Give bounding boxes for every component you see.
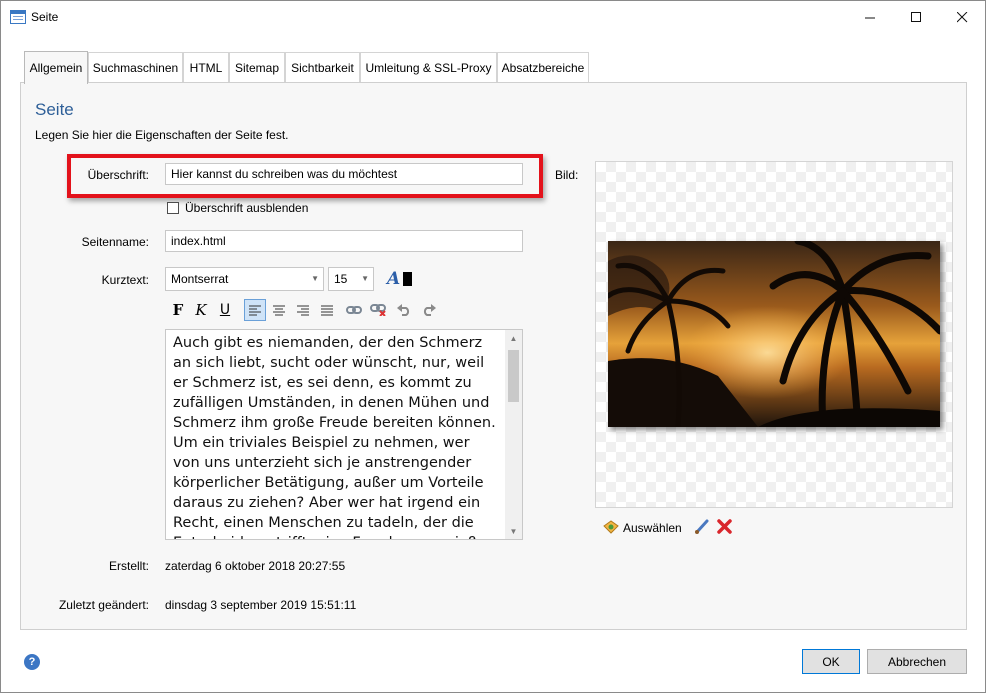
help-icon[interactable]: ?: [24, 654, 40, 670]
redo-icon: [423, 304, 436, 316]
edit-image-brush-icon[interactable]: [694, 519, 709, 534]
tab-umleitung-ssl-proxy[interactable]: Umleitung & SSL-Proxy: [360, 52, 497, 83]
undo-button[interactable]: [393, 299, 415, 321]
close-button[interactable]: [939, 1, 985, 33]
created-value: zaterdag 6 oktober 2018 20:27:55: [165, 559, 346, 573]
remove-image-icon[interactable]: [717, 519, 732, 534]
tab-allgemein[interactable]: Allgemein: [24, 51, 88, 84]
image-label: Bild:: [555, 168, 579, 182]
cancel-button[interactable]: Abbrechen: [867, 649, 967, 674]
pagename-input[interactable]: index.html: [165, 230, 523, 252]
created-label: Erstellt:: [108, 559, 149, 573]
redo-button[interactable]: [418, 299, 440, 321]
scroll-up-icon[interactable]: ▲: [505, 330, 522, 346]
page-description: Legen Sie hier die Eigenschaften der Sei…: [35, 128, 289, 142]
close-icon: [956, 11, 967, 22]
pagename-label: Seitenname:: [81, 235, 149, 249]
modified-label: Zuletzt geändert:: [58, 598, 149, 612]
ok-button[interactable]: OK: [802, 649, 860, 674]
page-heading: Seite: [35, 100, 74, 119]
maximize-icon: [910, 11, 921, 22]
hide-title-label[interactable]: Überschrift ausblenden: [185, 201, 308, 215]
tab-sichtbarkeit[interactable]: Sichtbarkeit: [285, 52, 360, 83]
link-icon: [346, 306, 362, 314]
font-select-value: Montserrat: [171, 272, 229, 286]
summary-label: Kurztext:: [101, 273, 149, 287]
maximize-button[interactable]: [893, 1, 939, 33]
underline-button[interactable]: U: [214, 299, 236, 321]
remove-link-button[interactable]: [367, 299, 389, 321]
font-select[interactable]: Montserrat ▼: [165, 267, 324, 291]
unlink-icon: [370, 304, 386, 316]
align-center-icon: [273, 305, 285, 315]
align-left-button[interactable]: [244, 299, 266, 321]
editor-scrollbar[interactable]: ▲ ▼: [505, 330, 522, 539]
tab-html[interactable]: HTML: [183, 52, 229, 83]
chevron-down-icon: ▼: [361, 274, 369, 283]
minimize-button[interactable]: [847, 1, 893, 33]
chevron-down-icon: ▼: [311, 274, 319, 283]
justify-icon: [321, 305, 333, 315]
justify-button[interactable]: [316, 299, 338, 321]
align-center-button[interactable]: [268, 299, 290, 321]
sunset-palm-image: [608, 241, 940, 427]
scroll-thumb[interactable]: [508, 350, 519, 402]
tab-sitemap[interactable]: Sitemap: [229, 52, 285, 83]
bold-button[interactable]: F: [167, 299, 189, 321]
app-icon: [10, 10, 26, 24]
dialog-window: Seite Allgemein Suchmaschinen HTML Sitem…: [0, 0, 986, 693]
summary-text[interactable]: Auch gibt es niemanden, der den Schmerz …: [173, 333, 498, 539]
italic-button[interactable]: K: [190, 299, 212, 321]
title-bar: Seite: [1, 1, 985, 33]
select-image-button[interactable]: Auswählen: [623, 521, 682, 535]
select-image-icon[interactable]: [603, 520, 619, 534]
font-color-swatch[interactable]: [403, 272, 412, 286]
minimize-icon: [864, 17, 875, 18]
tab-absatzbereiche[interactable]: Absatzbereiche: [497, 52, 589, 83]
font-color-button[interactable]: A: [387, 269, 400, 289]
image-preview: [608, 241, 940, 427]
align-right-button[interactable]: [292, 299, 314, 321]
undo-icon: [397, 304, 410, 316]
scroll-down-icon[interactable]: ▼: [505, 523, 522, 539]
hide-title-checkbox[interactable]: [167, 202, 179, 214]
align-left-icon: [249, 305, 261, 315]
size-select-value: 15: [334, 272, 348, 286]
insert-link-button[interactable]: [343, 299, 365, 321]
summary-editor[interactable]: Auch gibt es niemanden, der den Schmerz …: [165, 329, 523, 540]
highlight-frame: [67, 154, 543, 198]
window-title: Seite: [31, 10, 59, 24]
align-right-icon: [297, 305, 309, 315]
size-select[interactable]: 15 ▼: [328, 267, 374, 291]
modified-value: dinsdag 3 september 2019 15:51:11: [165, 598, 357, 612]
tab-suchmaschinen[interactable]: Suchmaschinen: [88, 52, 183, 83]
